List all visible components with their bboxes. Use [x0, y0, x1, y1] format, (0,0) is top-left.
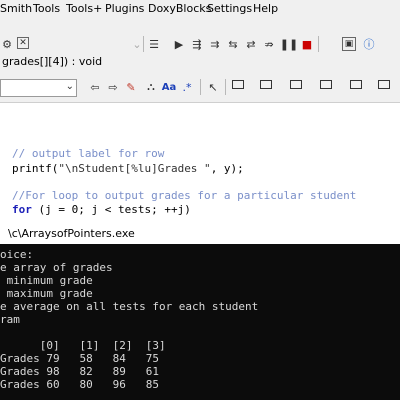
run-icon[interactable]: ▶	[172, 37, 186, 51]
next-icon[interactable]: ⇄	[244, 37, 258, 51]
break-icon[interactable]: ⇏	[262, 37, 276, 51]
code-line-for: for (j = 0; j < tests; ++j)	[12, 203, 191, 216]
text-icon[interactable]: Aa	[162, 80, 177, 94]
box-icon[interactable]	[232, 80, 244, 89]
console-line: oice:	[0, 248, 34, 261]
menu-smith[interactable]: Smith	[0, 2, 32, 15]
search-icon[interactable]: .*	[180, 80, 194, 94]
box-icon[interactable]	[260, 80, 272, 89]
console-line: minimum grade	[0, 274, 93, 287]
console-titlebar[interactable]: \c\ArraysofPointers.exe	[0, 222, 400, 244]
menu-plugins[interactable]: Plugins	[105, 2, 144, 15]
stop-icon[interactable]: ■	[300, 37, 314, 51]
menu-doxyblocks[interactable]: DoxyBlocks	[148, 2, 211, 15]
back-icon[interactable]: ⇦	[88, 80, 102, 94]
console-line: Grades 60 80 96 85	[0, 378, 159, 391]
console-line: Grades 79 58 84 75	[0, 352, 159, 365]
code-editor[interactable]: // output label for row printf("\nStuden…	[0, 103, 400, 223]
forward-icon[interactable]: ⇨	[106, 80, 120, 94]
box-icon[interactable]	[290, 80, 302, 89]
highlight-icon[interactable]: ✎	[124, 80, 138, 94]
function-selector[interactable]: grades[][4]) : void	[0, 55, 122, 69]
code-keyword: for	[12, 203, 32, 216]
console-window: \c\ArraysofPointers.exe oice: e array of…	[0, 222, 400, 400]
window-icon[interactable]: ▣	[342, 37, 356, 51]
console-line: [0] [1] [2] [3]	[0, 339, 166, 352]
list-icon[interactable]: ☰	[147, 37, 161, 51]
console-title: \c\ArraysofPointers.exe	[8, 227, 135, 240]
gear-icon[interactable]: ⚙	[0, 37, 14, 51]
chevron-down-icon[interactable]: ⌄	[66, 81, 74, 92]
console-output: oice: e array of grades minimum grade ma…	[0, 248, 400, 400]
box-icon[interactable]	[320, 80, 332, 89]
step-icon[interactable]: ⇶	[190, 37, 204, 51]
menu-bar: Smith Tools Tools+ Plugins DoxyBlocks Se…	[0, 0, 400, 17]
pause-icon[interactable]: ❚❚	[280, 37, 298, 51]
console-line: Grades 98 82 89 61	[0, 365, 159, 378]
main-toolbar: ⚙ ✕ ⌄ ☰ ▶ ⇶ ⇉ ⇆ ⇄ ⇏ ❚❚ ■ ▣ ⓘ	[0, 17, 400, 53]
menu-tools[interactable]: Tools	[33, 2, 60, 15]
step-into-icon[interactable]: ⇉	[208, 37, 222, 51]
console-line: maximum grade	[0, 287, 93, 300]
console-line: ram	[0, 313, 20, 326]
box-icon[interactable]	[350, 80, 362, 89]
cursor-icon[interactable]: ↖	[206, 80, 220, 94]
menu-help[interactable]: Help	[253, 2, 278, 15]
menu-settings[interactable]: Settings	[207, 2, 252, 15]
scope-selector[interactable]: ⌄	[0, 79, 77, 97]
console-line: e average on all tests for each student	[0, 300, 259, 313]
menu-tools-plus[interactable]: Tools+	[66, 2, 102, 15]
step-out-icon[interactable]: ⇆	[226, 37, 240, 51]
console-line: e array of grades	[0, 261, 113, 274]
code-line-comment: //For loop to output grades for a partic…	[12, 189, 357, 202]
code-string: "\nStudent[%lu]Grades "	[58, 162, 211, 175]
info-icon[interactable]: ⓘ	[362, 37, 376, 51]
code-line-comment: // output label for row	[12, 147, 165, 160]
code-icon[interactable]: ⛬	[144, 80, 158, 94]
code-func: printf(	[12, 162, 59, 175]
dropdown-icon[interactable]: ⌄	[130, 37, 144, 51]
close-icon[interactable]: ✕	[17, 37, 29, 49]
code-args: , y);	[210, 162, 244, 175]
box-icon[interactable]	[378, 80, 390, 89]
code-line-printf: printf("\nStudent[%lu]Grades ", y);	[12, 162, 244, 175]
code-for-header: (j = 0; j < tests; ++j)	[31, 203, 191, 216]
